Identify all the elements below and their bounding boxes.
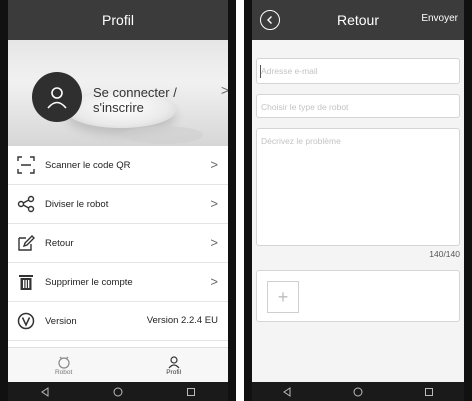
- profile-menu: Scanner le code QR > Diviser le robot > …: [8, 146, 228, 341]
- tab-profile[interactable]: Profil: [166, 355, 181, 376]
- add-photo-button[interactable]: +: [267, 281, 299, 313]
- nav-back-icon[interactable]: [39, 386, 51, 398]
- nav-home-icon[interactable]: [112, 386, 124, 398]
- chevron-right-icon: >: [210, 235, 218, 250]
- chevron-right-icon: >: [210, 274, 218, 289]
- description-textarea[interactable]: Décrivez le problème: [256, 128, 460, 246]
- profile-title: Profil: [102, 12, 134, 28]
- nav-recents-icon[interactable]: [185, 386, 197, 398]
- trash-icon: [15, 271, 37, 293]
- tab-label: Robot: [54, 368, 73, 376]
- chevron-right-icon: >: [210, 196, 218, 211]
- tab-robot[interactable]: Robot: [55, 355, 72, 376]
- send-button[interactable]: Envoyer: [421, 13, 458, 24]
- feedback-title: Retour: [336, 12, 380, 28]
- nav-recents-icon[interactable]: [423, 386, 435, 398]
- photo-attachment-area: +: [256, 270, 460, 322]
- profile-screen: Profil Se connecter / s'inscrire > Scann…: [0, 0, 236, 401]
- version-value: Version 2.2.4 EU: [146, 315, 218, 326]
- menu-item-feedback[interactable]: Retour >: [8, 224, 228, 263]
- feedback-edit-icon: [15, 232, 37, 254]
- menu-item-label: Version: [45, 315, 77, 327]
- robot-type-placeholder: Choisir le type de robot: [261, 102, 349, 112]
- robot-type-select[interactable]: Choisir le type de robot: [256, 94, 460, 118]
- android-nav-bar: [8, 382, 228, 401]
- plus-icon: +: [277, 286, 289, 307]
- feedback-header: Retour Envoyer: [252, 0, 464, 40]
- android-nav-bar: [252, 382, 464, 401]
- profile-header: Profil: [8, 0, 228, 40]
- person-icon: [168, 355, 180, 368]
- feedback-screen: Retour Envoyer Adresse e-mail Choisir le…: [244, 0, 472, 401]
- description-placeholder: Décrivez le problème: [261, 136, 341, 146]
- robot-icon: [58, 356, 70, 369]
- chevron-right-icon: >: [221, 82, 230, 98]
- login-link[interactable]: Se connecter / s'inscrire: [93, 85, 228, 115]
- email-field[interactable]: Adresse e-mail: [256, 58, 460, 84]
- version-icon: [15, 310, 37, 332]
- menu-item-delete-account[interactable]: Supprimer le compte >: [8, 263, 228, 302]
- character-counter: 140/140: [429, 249, 460, 259]
- robot-shadow: [123, 126, 203, 144]
- menu-item-scan-qr[interactable]: Scanner le code QR >: [8, 146, 228, 185]
- qr-scan-icon: [15, 154, 37, 176]
- tab-label: Profil: [166, 368, 182, 376]
- share-icon: [15, 193, 37, 215]
- menu-item-label: Supprimer le compte: [45, 276, 133, 288]
- chevron-right-icon: >: [210, 157, 218, 172]
- text-cursor: [260, 65, 261, 78]
- menu-item-label: Scanner le code QR: [45, 159, 131, 171]
- nav-back-icon[interactable]: [281, 386, 293, 398]
- feedback-form: Adresse e-mail Choisir le type de robot …: [252, 40, 464, 382]
- menu-item-version: Version Version 2.2.4 EU: [8, 302, 228, 341]
- menu-item-label: Retour: [45, 237, 74, 249]
- person-icon: [47, 87, 67, 109]
- menu-item-share-robot[interactable]: Diviser le robot >: [8, 185, 228, 224]
- bottom-tab-bar: Robot Profil: [8, 347, 228, 382]
- nav-home-icon[interactable]: [352, 386, 364, 398]
- chevron-left-icon: [267, 16, 272, 24]
- menu-item-label: Diviser le robot: [45, 198, 109, 210]
- avatar[interactable]: [32, 72, 82, 122]
- email-placeholder: Adresse e-mail: [261, 66, 318, 76]
- back-button[interactable]: [260, 10, 280, 30]
